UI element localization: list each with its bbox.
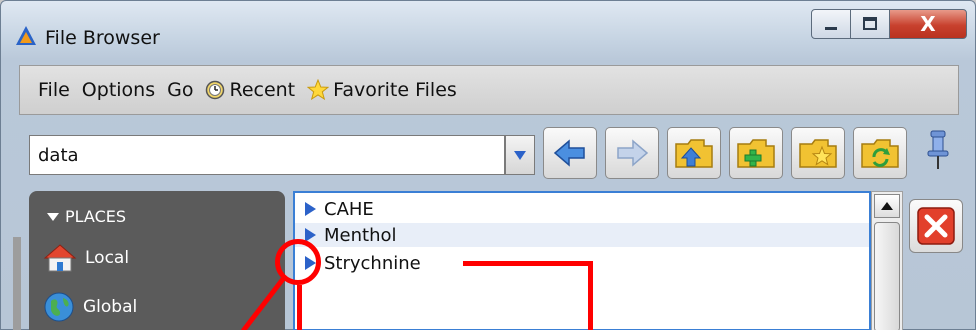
refresh-folder-button[interactable]	[853, 127, 907, 179]
menu-favorite-files-label: Favorite Files	[333, 79, 457, 101]
menu-file[interactable]: File	[38, 79, 70, 101]
place-item-global[interactable]: Global	[43, 291, 137, 323]
arrow-right-icon	[617, 139, 649, 167]
forward-button[interactable]	[605, 127, 659, 179]
menu-recent[interactable]: Recent	[205, 79, 295, 101]
expand-arrow-icon[interactable]	[305, 202, 316, 216]
house-icon	[43, 244, 77, 272]
window-title: File Browser	[45, 27, 160, 49]
file-name: Strychnine	[324, 252, 421, 274]
path-dropdown-button[interactable]	[505, 135, 535, 175]
place-item-local-label: Local	[85, 248, 130, 268]
star-icon	[307, 79, 330, 101]
maximize-button[interactable]	[850, 9, 890, 39]
pin-icon[interactable]	[923, 129, 953, 171]
folder-star-icon	[799, 139, 837, 168]
path-input[interactable]	[29, 135, 505, 175]
menu-favorite-files[interactable]: Favorite Files	[307, 79, 457, 101]
menu-options[interactable]: Options	[82, 79, 155, 101]
menu-recent-label: Recent	[229, 79, 296, 101]
file-name: Menthol	[324, 224, 397, 246]
scroll-up-button[interactable]	[874, 194, 900, 218]
file-list-scrollbar[interactable]	[871, 191, 903, 330]
annotation-line	[463, 261, 593, 266]
menu-bar: File Options Go Recent Favorite Files	[19, 65, 959, 115]
scroll-thumb[interactable]	[874, 222, 900, 330]
splitter-handle[interactable]	[13, 237, 21, 330]
places-header-label: PLACES	[65, 207, 127, 226]
file-row-cahe[interactable]: CAHE	[295, 197, 869, 221]
minimize-button[interactable]	[811, 9, 851, 39]
menu-go[interactable]: Go	[167, 79, 193, 101]
file-row-menthol[interactable]: Menthol	[295, 223, 869, 247]
close-icon: X	[920, 12, 936, 36]
favorite-folder-button[interactable]	[791, 127, 845, 179]
arrow-left-icon	[553, 139, 585, 167]
folder-up-icon	[675, 139, 713, 168]
chevron-down-icon	[47, 212, 59, 221]
places-header[interactable]: PLACES	[47, 207, 126, 226]
clock-icon	[206, 80, 225, 100]
file-name: CAHE	[324, 198, 374, 220]
arrow-up-icon	[881, 202, 893, 210]
minimize-icon	[825, 27, 837, 30]
close-icon	[917, 207, 955, 245]
place-item-global-label: Global	[83, 297, 138, 317]
app-logo-icon	[16, 26, 36, 45]
title-bar[interactable]: File Browser X	[1, 1, 975, 61]
folder-add-icon	[737, 139, 775, 168]
parent-folder-button[interactable]	[667, 127, 721, 179]
close-window-button[interactable]: X	[889, 9, 967, 39]
annotation-line	[297, 285, 302, 330]
folder-refresh-icon	[861, 139, 899, 168]
new-folder-button[interactable]	[729, 127, 783, 179]
globe-icon	[44, 292, 74, 322]
maximize-icon	[863, 17, 877, 30]
annotation-line	[241, 277, 285, 330]
place-item-local[interactable]: Local	[43, 243, 129, 273]
back-button[interactable]	[543, 127, 597, 179]
file-browser-window: File Browser X File Options Go Recent Fa…	[0, 0, 976, 330]
chevron-down-icon	[514, 151, 526, 160]
annotation-line	[588, 261, 593, 330]
close-panel-button[interactable]	[909, 199, 963, 253]
